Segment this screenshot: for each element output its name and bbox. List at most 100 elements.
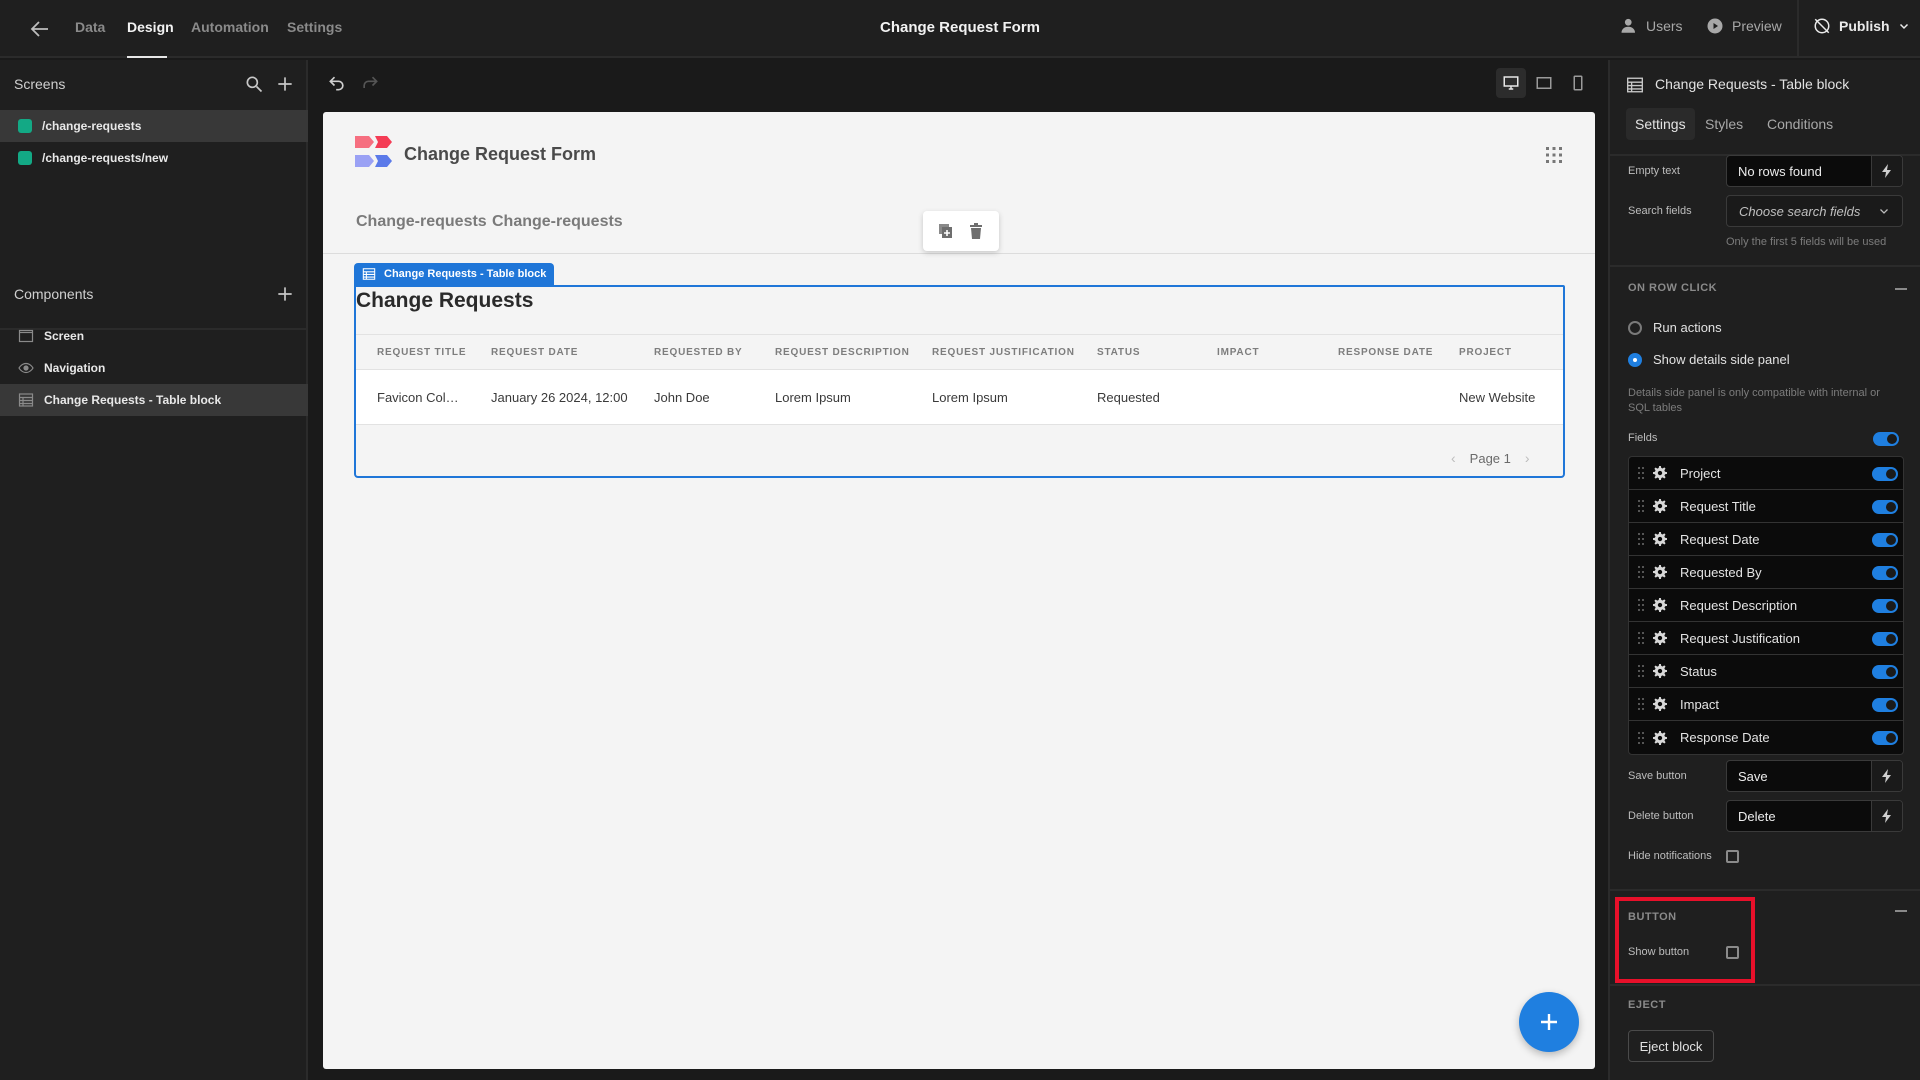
column-header[interactable]: Request Date bbox=[470, 347, 633, 358]
data-table: Request Title Request Date Requested By … bbox=[356, 334, 1563, 425]
tab-settings-panel[interactable]: Settings bbox=[1626, 108, 1695, 140]
field-row[interactable]: Project bbox=[1629, 457, 1903, 490]
tab-settings[interactable]: Settings bbox=[287, 19, 342, 35]
table-cell: Lorem Ipsum bbox=[932, 389, 1008, 405]
table-cell: New Website bbox=[1459, 389, 1536, 405]
field-toggle[interactable] bbox=[1872, 665, 1898, 679]
users-button[interactable]: Users bbox=[1620, 17, 1683, 35]
column-header[interactable]: Requested By bbox=[633, 347, 754, 358]
apps-grid-icon[interactable] bbox=[1545, 146, 1563, 164]
drag-handle-icon[interactable] bbox=[1638, 467, 1644, 479]
show-button-checkbox[interactable] bbox=[1726, 946, 1739, 959]
gear-icon[interactable] bbox=[1653, 631, 1667, 645]
mobile-view-button[interactable] bbox=[1563, 68, 1593, 98]
gear-icon[interactable] bbox=[1653, 730, 1667, 745]
field-toggle[interactable] bbox=[1872, 731, 1898, 745]
field-row[interactable]: Request Justification bbox=[1629, 622, 1903, 655]
field-toggle[interactable] bbox=[1872, 500, 1898, 514]
preview-button[interactable]: Preview bbox=[1706, 17, 1782, 35]
empty-text-input[interactable]: No rows found bbox=[1726, 155, 1903, 187]
tab-automation[interactable]: Automation bbox=[191, 19, 269, 35]
collapse-icon[interactable] bbox=[1895, 288, 1907, 290]
lightning-bolt-icon[interactable] bbox=[1871, 761, 1902, 791]
field-row[interactable]: Request Title bbox=[1629, 490, 1903, 523]
gear-icon[interactable] bbox=[1653, 697, 1667, 711]
gear-icon[interactable] bbox=[1653, 466, 1667, 480]
field-row[interactable]: Impact bbox=[1629, 688, 1903, 721]
radio-label: Run actions bbox=[1653, 320, 1722, 335]
gear-icon[interactable] bbox=[1653, 598, 1667, 612]
drag-handle-icon[interactable] bbox=[1638, 599, 1644, 611]
screen-item[interactable]: /change-requests/new bbox=[0, 142, 308, 174]
radio-button[interactable] bbox=[1628, 352, 1642, 367]
lightning-bolt-icon[interactable] bbox=[1871, 156, 1902, 186]
desktop-view-button[interactable] bbox=[1496, 68, 1526, 98]
eject-block-button[interactable]: Eject block bbox=[1628, 1030, 1714, 1062]
component-item-table-block[interactable]: Change Requests - Table block bbox=[0, 384, 308, 416]
component-item-screen[interactable]: Screen bbox=[0, 320, 308, 352]
radio-show-details-side-panel[interactable]: Show details side panel bbox=[1628, 352, 1790, 367]
chevron-right-icon[interactable]: › bbox=[1525, 450, 1530, 466]
drag-handle-icon[interactable] bbox=[1638, 533, 1644, 545]
field-toggle[interactable] bbox=[1872, 467, 1898, 481]
gear-icon[interactable] bbox=[1653, 664, 1667, 678]
column-header[interactable]: Project bbox=[1438, 347, 1563, 358]
radio-button[interactable] bbox=[1628, 320, 1642, 335]
save-button-input[interactable]: Save bbox=[1726, 760, 1903, 792]
gear-icon[interactable] bbox=[1653, 499, 1667, 513]
publish-button[interactable]: Publish bbox=[1813, 17, 1910, 35]
drag-handle-icon[interactable] bbox=[1638, 731, 1644, 744]
drag-handle-icon[interactable] bbox=[1638, 500, 1644, 512]
field-row[interactable]: Request Description bbox=[1629, 589, 1903, 622]
column-header[interactable]: Status bbox=[1076, 347, 1196, 358]
field-row[interactable]: Response Date bbox=[1629, 721, 1903, 754]
field-row[interactable]: Request Date bbox=[1629, 523, 1903, 556]
add-screen-icon[interactable] bbox=[275, 74, 295, 94]
tablet-view-button[interactable] bbox=[1529, 68, 1559, 98]
fields-toggle[interactable] bbox=[1873, 432, 1899, 446]
radio-run-actions[interactable]: Run actions bbox=[1628, 320, 1722, 335]
column-header[interactable]: Response Date bbox=[1317, 347, 1438, 358]
trash-icon[interactable] bbox=[967, 222, 985, 240]
undo-icon[interactable] bbox=[327, 73, 347, 93]
search-fields-select[interactable]: Choose search fields bbox=[1726, 195, 1903, 227]
search-icon[interactable] bbox=[244, 74, 264, 94]
add-component-icon[interactable] bbox=[275, 284, 295, 304]
back-arrow-icon[interactable] bbox=[28, 17, 52, 41]
hide-notifications-checkbox[interactable] bbox=[1726, 850, 1739, 863]
drag-handle-icon[interactable] bbox=[1638, 566, 1644, 578]
tab-styles[interactable]: Styles bbox=[1696, 108, 1752, 140]
delete-button-input[interactable]: Delete bbox=[1726, 800, 1903, 832]
field-toggle[interactable] bbox=[1872, 533, 1898, 547]
add-fab-button[interactable] bbox=[1519, 992, 1579, 1052]
drag-handle-icon[interactable] bbox=[1638, 698, 1644, 710]
screen-item[interactable]: /change-requests bbox=[0, 110, 308, 142]
field-row[interactable]: Requested By bbox=[1629, 556, 1903, 589]
tab-conditions[interactable]: Conditions bbox=[1758, 108, 1842, 140]
duplicate-icon[interactable] bbox=[937, 222, 955, 240]
field-toggle[interactable] bbox=[1872, 566, 1898, 580]
nav-link[interactable]: Change-requests bbox=[356, 213, 487, 231]
tab-data[interactable]: Data bbox=[75, 19, 105, 35]
gear-icon[interactable] bbox=[1653, 532, 1667, 546]
collapse-icon[interactable] bbox=[1895, 910, 1907, 912]
column-header[interactable]: Request Justification bbox=[911, 347, 1076, 358]
field-row[interactable]: Status bbox=[1629, 655, 1903, 688]
table-row[interactable]: Favicon Col… January 26 2024, 12:00 John… bbox=[356, 370, 1563, 425]
field-toggle[interactable] bbox=[1872, 599, 1898, 613]
nav-link[interactable]: Change-requests bbox=[492, 213, 623, 231]
field-name: Impact bbox=[1680, 696, 1720, 712]
field-toggle[interactable] bbox=[1872, 632, 1898, 646]
redo-icon[interactable] bbox=[360, 73, 380, 93]
component-item-navigation[interactable]: Navigation bbox=[0, 352, 308, 384]
field-toggle[interactable] bbox=[1872, 698, 1898, 712]
gear-icon[interactable] bbox=[1653, 565, 1667, 579]
chevron-left-icon[interactable]: ‹ bbox=[1451, 450, 1456, 466]
lightning-bolt-icon[interactable] bbox=[1871, 801, 1902, 831]
tab-design[interactable]: Design bbox=[127, 19, 174, 35]
drag-handle-icon[interactable] bbox=[1638, 665, 1644, 677]
column-header[interactable]: Impact bbox=[1196, 347, 1317, 358]
column-header[interactable]: Request Description bbox=[754, 347, 911, 358]
column-header[interactable]: Request Title bbox=[356, 347, 470, 358]
drag-handle-icon[interactable] bbox=[1638, 632, 1644, 644]
